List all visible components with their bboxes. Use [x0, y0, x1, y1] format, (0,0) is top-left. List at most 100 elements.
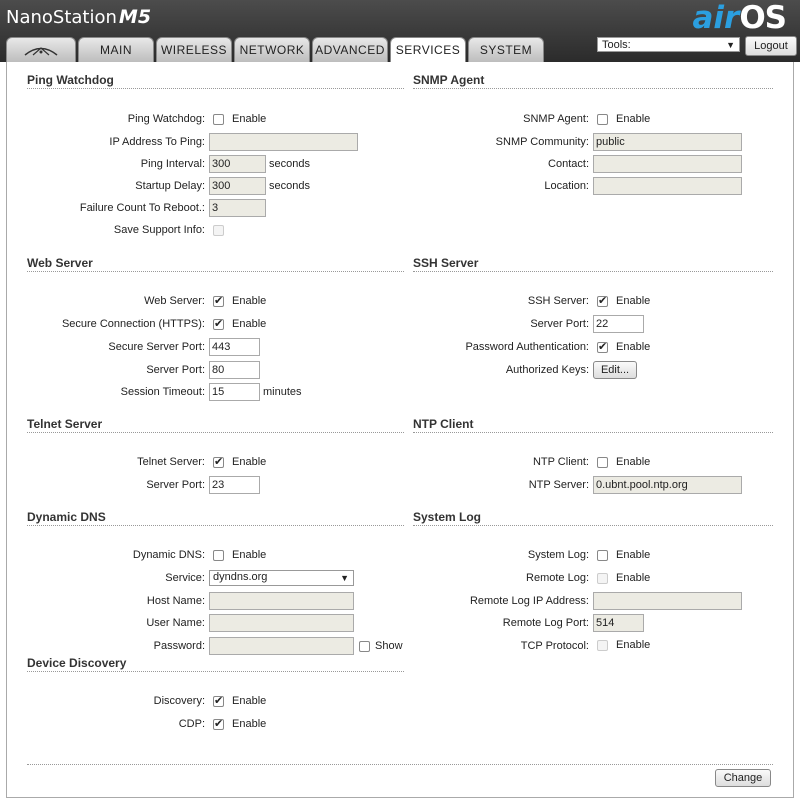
tab-main[interactable]: MAIN [78, 37, 154, 62]
failure-count-label: Failure Count To Reboot.: [79, 202, 205, 214]
tcp-protocol-label: TCP Protocol: [520, 640, 589, 652]
section-divider [413, 88, 773, 89]
brand-model: M5 [118, 6, 152, 28]
remote-log-ip-label: Remote Log IP Address: [469, 595, 589, 607]
tab-system[interactable]: SYSTEM [468, 37, 544, 62]
discovery-enable-text: Enable [232, 695, 267, 707]
telnet-server-label: Telnet Server: [137, 456, 205, 468]
snmp-contact-input[interactable] [593, 155, 742, 173]
secure-port-label: Secure Server Port: [108, 341, 205, 353]
web-server-enable-text: Enable [232, 295, 267, 307]
save-support-info-checkbox[interactable] [213, 225, 224, 236]
change-button[interactable]: Change [715, 769, 771, 787]
system-log-checkbox[interactable] [597, 550, 608, 561]
remote-log-enable-text: Enable [616, 572, 651, 584]
ssh-port-input[interactable]: 22 [593, 315, 644, 333]
section-title-telnet-server: Telnet Server [27, 417, 103, 431]
cdp-enable-text: Enable [232, 718, 267, 730]
remote-log-port-input[interactable]: 514 [593, 614, 644, 632]
tab-ubnt-logo[interactable] [6, 37, 76, 62]
remote-log-label: Remote Log: [526, 572, 589, 584]
ping-ip-input[interactable] [209, 133, 358, 151]
header-bar: NanoStation M5 airOS MAIN WIRELESS NETWOR… [0, 0, 800, 63]
footer-divider [27, 764, 773, 765]
ping-watchdog-checkbox[interactable] [213, 114, 224, 125]
startup-delay-input[interactable]: 300 [209, 177, 266, 195]
ssh-server-label: SSH Server: [527, 295, 589, 307]
dynamic-dns-checkbox[interactable] [213, 550, 224, 561]
authorized-keys-label: Authorized Keys: [505, 364, 589, 376]
section-title-dynamic-dns: Dynamic DNS [27, 510, 106, 524]
web-server-checkbox[interactable] [213, 294, 224, 307]
web-port-input[interactable]: 80 [209, 361, 260, 379]
section-divider [27, 88, 404, 89]
logout-button[interactable]: Logout [745, 36, 797, 56]
tab-network[interactable]: NETWORK [234, 37, 310, 62]
ping-interval-input[interactable]: 300 [209, 155, 266, 173]
secure-port-input[interactable]: 443 [209, 338, 260, 356]
snmp-community-input[interactable]: public [593, 133, 742, 151]
ping-interval-label: Ping Interval: [140, 158, 205, 170]
authorized-keys-edit-button[interactable]: Edit... [593, 361, 637, 379]
section-title-web-server: Web Server [27, 256, 93, 270]
tab-services[interactable]: SERVICES [390, 37, 466, 63]
cdp-checkbox[interactable] [213, 717, 224, 730]
show-password-checkbox[interactable] [359, 641, 370, 652]
session-timeout-input[interactable]: 15 [209, 383, 260, 401]
telnet-port-input[interactable]: 23 [209, 476, 260, 494]
session-timeout-label: Session Timeout: [120, 386, 205, 398]
section-title-ping-watchdog: Ping Watchdog [27, 73, 114, 87]
tab-advanced[interactable]: ADVANCED [312, 37, 388, 62]
remote-log-port-label: Remote Log Port: [502, 617, 589, 629]
ntp-server-label: NTP Server: [528, 479, 589, 491]
telnet-port-label: Server Port: [146, 479, 205, 491]
snmp-agent-label: SNMP Agent: [523, 113, 589, 125]
ping-interval-unit: seconds [269, 158, 310, 170]
section-divider [27, 525, 404, 526]
ssh-server-checkbox[interactable] [597, 294, 608, 307]
ddns-password-label: Password: [153, 640, 205, 652]
snmp-agent-enable-text: Enable [616, 113, 651, 125]
ddns-service-select[interactable]: dyndns.org ▼ [209, 570, 354, 586]
section-title-device-discovery: Device Discovery [27, 656, 127, 670]
failure-count-input[interactable]: 3 [209, 199, 266, 217]
https-label: Secure Connection (HTTPS): [61, 318, 205, 330]
ssh-port-label: Server Port: [530, 318, 589, 330]
discovery-checkbox[interactable] [213, 694, 224, 707]
system-log-label: System Log: [527, 549, 589, 561]
web-server-label: Web Server: [144, 295, 205, 307]
ntp-client-label: NTP Client: [532, 456, 589, 468]
tools-select[interactable]: Tools: ▼ [597, 37, 740, 52]
snmp-location-input[interactable] [593, 177, 742, 195]
ddns-service-label: Service: [165, 572, 205, 584]
https-enable-text: Enable [232, 318, 267, 330]
snmp-community-label: SNMP Community: [495, 136, 589, 148]
startup-delay-unit: seconds [269, 180, 310, 192]
telnet-server-checkbox[interactable] [213, 455, 224, 468]
chevron-down-icon: ▼ [340, 573, 349, 583]
system-log-enable-text: Enable [616, 549, 651, 561]
section-title-ntp-client: NTP Client [413, 417, 474, 431]
dynamic-dns-enable-text: Enable [232, 549, 267, 561]
ddns-host-input[interactable] [209, 592, 354, 610]
section-title-ssh-server: SSH Server [413, 256, 479, 270]
ddns-host-label: Host Name: [146, 595, 205, 607]
ssh-server-enable-text: Enable [616, 295, 651, 307]
tab-wireless[interactable]: WIRELESS [156, 37, 232, 62]
ntp-client-checkbox[interactable] [597, 457, 608, 468]
tcp-protocol-checkbox[interactable] [597, 640, 608, 651]
session-timeout-unit: minutes [263, 386, 302, 398]
ddns-user-input[interactable] [209, 614, 354, 632]
cdp-label: CDP: [178, 718, 205, 730]
https-checkbox[interactable] [213, 317, 224, 330]
tcp-protocol-enable-text: Enable [616, 639, 651, 651]
ping-watchdog-label: Ping Watchdog: [127, 113, 205, 125]
ntp-server-input[interactable]: 0.ubnt.pool.ntp.org [593, 476, 742, 494]
ddns-password-input[interactable] [209, 637, 354, 655]
remote-log-checkbox[interactable] [597, 573, 608, 584]
remote-log-ip-input[interactable] [593, 592, 742, 610]
snmp-agent-checkbox[interactable] [597, 114, 608, 125]
ping-ip-label: IP Address To Ping: [109, 136, 205, 148]
password-auth-checkbox[interactable] [597, 340, 608, 353]
telnet-server-enable-text: Enable [232, 456, 267, 468]
